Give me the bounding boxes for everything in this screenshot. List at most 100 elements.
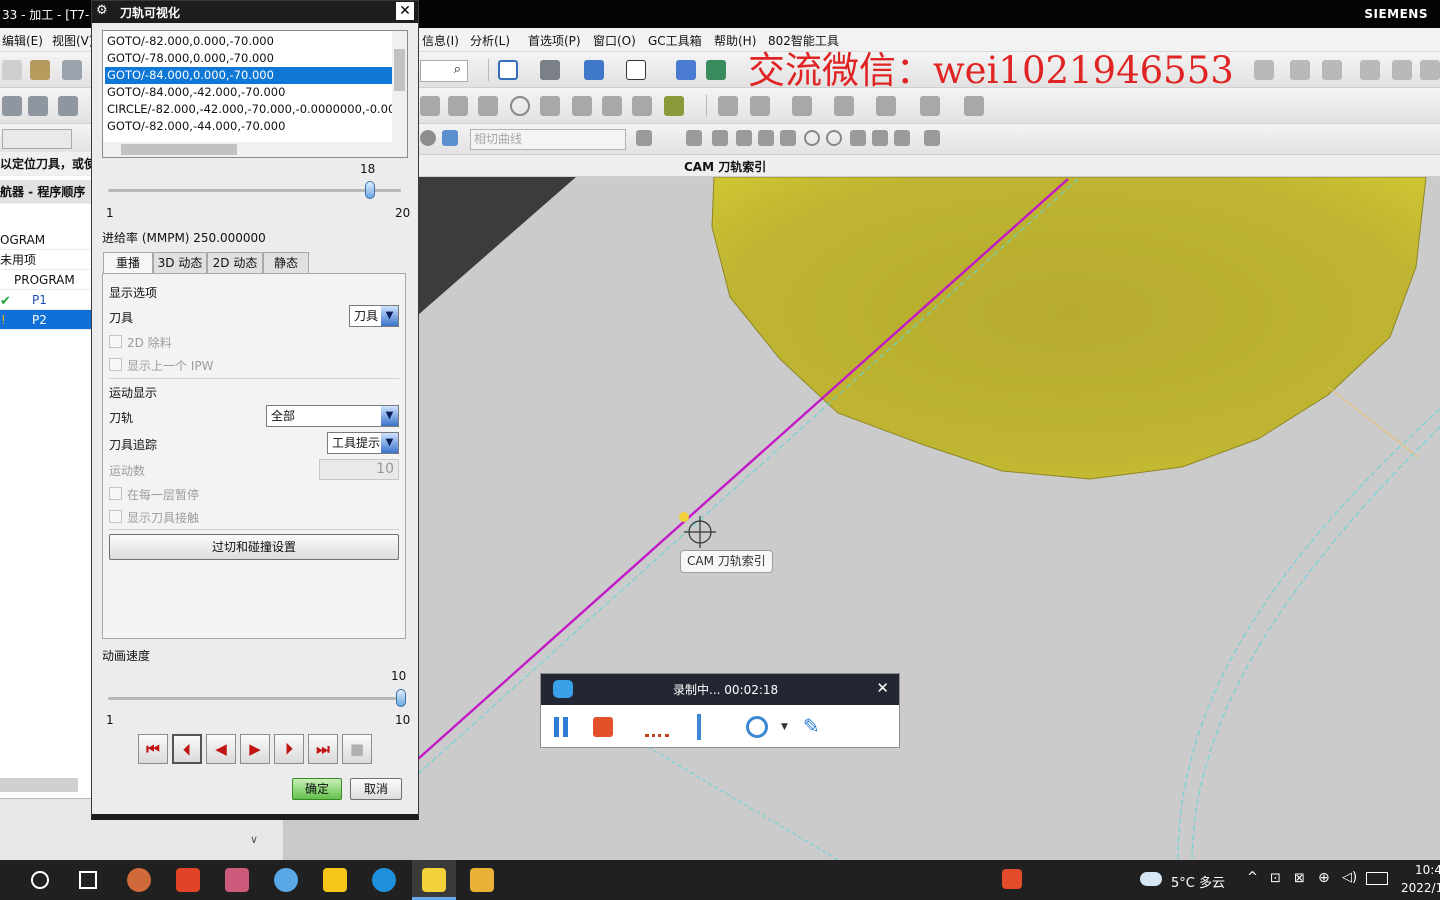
trim-icon[interactable]: [602, 96, 622, 116]
recorder-app-icon[interactable]: [274, 868, 298, 892]
box-icon[interactable]: [876, 96, 896, 116]
menu-gc-toolbox[interactable]: GC工具箱: [648, 32, 702, 49]
revolve-icon[interactable]: [750, 96, 770, 116]
search-box[interactable]: ⌕: [420, 60, 468, 82]
tool-trace-dropdown[interactable]: 工具提示 ▼: [327, 432, 399, 454]
rectangle-icon[interactable]: [478, 96, 498, 116]
operation-icon[interactable]: [676, 60, 696, 80]
gouge-collision-settings-button[interactable]: 过切和碰撞设置: [109, 534, 399, 560]
notes-app-icon[interactable]: [323, 868, 347, 892]
intersection-icon[interactable]: [780, 130, 796, 146]
blend-icon[interactable]: [834, 96, 854, 116]
weather-text[interactable]: 5°C 多云: [1171, 872, 1225, 891]
extend-icon[interactable]: [632, 96, 652, 116]
chevron-down-icon[interactable]: ▼: [781, 722, 788, 732]
ok-button[interactable]: 确定: [292, 778, 342, 800]
file-explorer-icon[interactable]: [470, 868, 494, 892]
offset-icon[interactable]: [572, 96, 592, 116]
menu-info[interactable]: 信息(I): [422, 32, 459, 49]
pause-icon[interactable]: [554, 717, 559, 737]
tab-replay[interactable]: 重播: [103, 252, 153, 274]
list-item[interactable]: GOTO/-78.000,0.000,-70.000: [105, 50, 392, 67]
on-face-icon[interactable]: [894, 130, 910, 146]
text-icon[interactable]: [920, 96, 940, 116]
menu-view[interactable]: 视图(V): [52, 32, 94, 49]
listing-hscrollbar[interactable]: [103, 142, 407, 157]
quadrant-icon[interactable]: [826, 130, 842, 146]
edit-curve-icon[interactable]: [664, 96, 684, 116]
extrude-icon[interactable]: [718, 96, 738, 116]
rewind-to-start-button[interactable]: ⏮: [138, 734, 168, 764]
toolpath-dropdown[interactable]: 全部 ▼: [266, 405, 399, 427]
menu-window[interactable]: 窗口(O): [593, 32, 636, 49]
tree-row-unused[interactable]: 未用项: [0, 250, 92, 270]
type-filter-dropdown[interactable]: [2, 129, 72, 149]
circle-icon[interactable]: [510, 96, 530, 116]
clock-date[interactable]: 2022/1: [1401, 881, 1440, 895]
tree-row-p2[interactable]: P2: [0, 310, 92, 330]
tool-icon[interactable]: [1254, 60, 1274, 80]
snap-point-icon[interactable]: [686, 130, 702, 146]
close-button[interactable]: ✕: [396, 2, 414, 20]
webcam-add-icon[interactable]: [746, 716, 768, 738]
step-back-button[interactable]: ⏴: [172, 734, 202, 764]
checkbox-prev-ipw[interactable]: [109, 358, 122, 371]
render-style-icon[interactable]: [540, 60, 560, 80]
nx-app-active[interactable]: [412, 860, 456, 900]
curve-icon[interactable]: [540, 96, 560, 116]
tab-3d-dynamic[interactable]: 3D 动态: [153, 252, 207, 273]
list-item[interactable]: CIRCLE/-82.000,-42.000,-70.000,-0.000000…: [105, 101, 392, 118]
volume-icon[interactable]: ◁): [1342, 870, 1357, 885]
part-icon[interactable]: [2, 96, 22, 116]
toolpath-listing[interactable]: GOTO/-82.000,0.000,-70.000 GOTO/-78.000,…: [102, 30, 408, 158]
checkbox-pause-layer[interactable]: [109, 487, 122, 500]
list-item[interactable]: GOTO/-84.000,-42.000,-70.000: [105, 84, 392, 101]
play-backward-button[interactable]: ◀: [206, 734, 236, 764]
globe-icon[interactable]: ⊕: [1318, 870, 1330, 886]
list-item[interactable]: GOTO/-82.000,0.000,-70.000: [105, 33, 392, 50]
tree-row-program-root[interactable]: OGRAM: [0, 230, 92, 250]
graphics-viewport[interactable]: [418, 177, 1440, 860]
brush-tool-icon[interactable]: [697, 714, 717, 740]
motion-count-input[interactable]: 10: [319, 459, 399, 480]
center-icon[interactable]: [804, 130, 820, 146]
layer-icon[interactable]: [626, 60, 646, 80]
scroll-thumb[interactable]: [121, 144, 237, 155]
machine-icon[interactable]: [58, 96, 78, 116]
more-icon[interactable]: [1420, 60, 1440, 80]
existing-point-icon[interactable]: [850, 130, 866, 146]
speed-slider-thumb[interactable]: [396, 689, 406, 707]
save-icon[interactable]: [62, 60, 82, 80]
stop-record-button[interactable]: [593, 717, 613, 737]
stack-icon[interactable]: [1360, 60, 1380, 80]
speed-slider-track[interactable]: [108, 697, 401, 700]
paint-icon[interactable]: [225, 868, 249, 892]
menu-analysis[interactable]: 分析(L): [470, 32, 510, 49]
generate-icon[interactable]: [706, 60, 726, 80]
factory-icon[interactable]: [28, 96, 48, 116]
media-app-icon[interactable]: [127, 868, 151, 892]
checkbox-2d-material[interactable]: [109, 335, 122, 348]
list-item[interactable]: GOTO/-82.000,-44.000,-70.000: [105, 118, 392, 135]
search-icon[interactable]: [31, 871, 49, 889]
on-curve-icon[interactable]: [872, 130, 888, 146]
position-slider-thumb[interactable]: [365, 181, 376, 199]
recorder-close-button[interactable]: ✕: [876, 679, 889, 697]
step-forward-button[interactable]: ⏵: [274, 734, 304, 764]
menu-edit[interactable]: 编辑(E): [2, 32, 43, 49]
workpiece-part[interactable]: [711, 177, 1427, 480]
snap-icon[interactable]: [442, 130, 458, 146]
tool-display-dropdown[interactable]: 刀具 ▼: [349, 305, 399, 327]
task-view-icon[interactable]: [79, 871, 97, 889]
pen-icon[interactable]: ✎: [803, 714, 827, 738]
new-file-icon[interactable]: [2, 60, 22, 80]
chevron-down-icon[interactable]: ∨: [250, 833, 272, 853]
list-item-selected[interactable]: GOTO/-84.000,0.000,-70.000: [105, 67, 392, 84]
play-forward-button[interactable]: ▶: [240, 734, 270, 764]
stop-button[interactable]: ■: [342, 734, 372, 764]
cube-view-icon[interactable]: [584, 60, 604, 80]
fast-forward-end-button[interactable]: ⏭: [308, 734, 338, 764]
grid-icon[interactable]: [924, 130, 940, 146]
selection-icon[interactable]: [420, 130, 436, 146]
checkbox-show-contact[interactable]: [109, 510, 122, 523]
